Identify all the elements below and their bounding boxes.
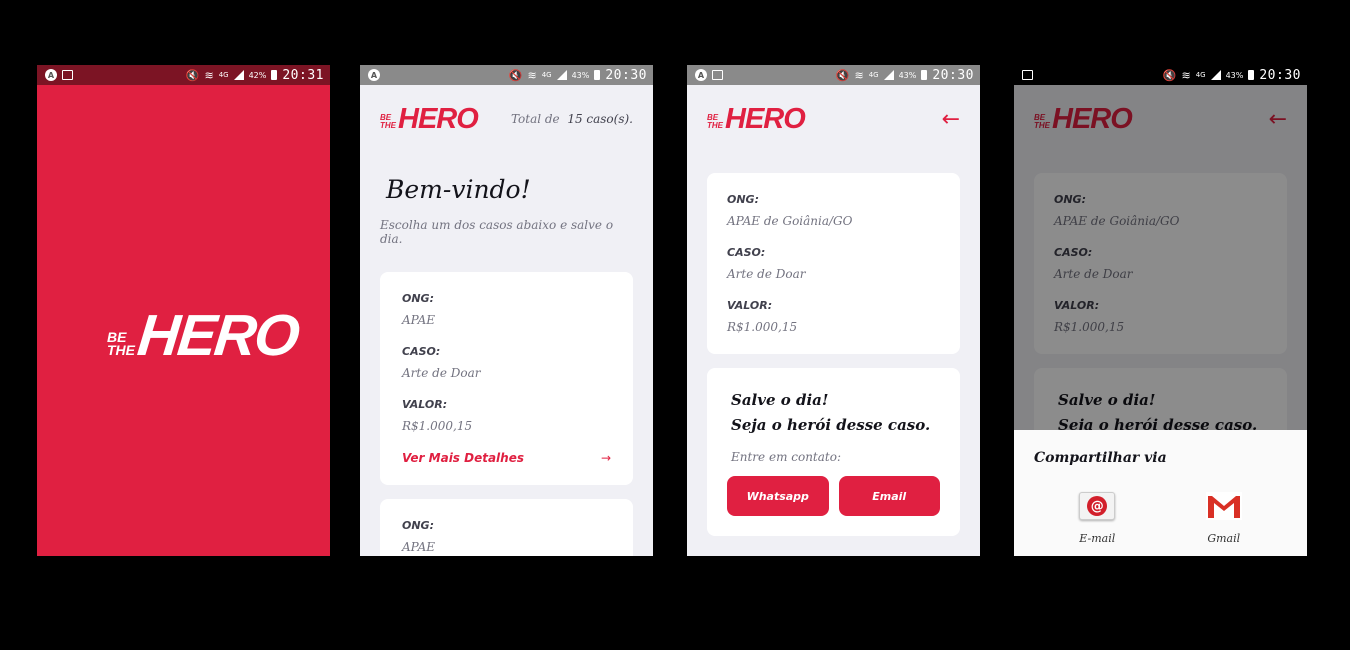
network-type: 4G <box>218 71 229 79</box>
logo-hero: HERO <box>398 103 479 135</box>
mute-icon: 🔇 <box>1162 68 1177 82</box>
ong-label: ONG: <box>727 193 759 206</box>
clock: 20:31 <box>282 67 324 83</box>
wifi-icon: ≋ <box>854 68 864 82</box>
status-bar: A 🔇 ≋ 4G 43% 20:30 <box>360 65 653 85</box>
signal-icon <box>233 70 244 80</box>
splash-logo: BE THE HERO <box>107 303 302 368</box>
detail-content-dimmed: BE THE HERO ← ONG: APAE de Goiânia/GO CAS… <box>1014 85 1307 556</box>
network-type: 4G <box>541 71 552 79</box>
image-notification-icon <box>1022 70 1033 80</box>
valor-value: R$1.000,15 <box>727 320 798 334</box>
network-type: 4G <box>868 71 879 79</box>
splash-background: BE THE HERO <box>37 85 330 556</box>
email-icon[interactable]: @ <box>1079 492 1116 520</box>
contact-title-2: Seja o herói desse caso. <box>731 416 931 434</box>
app-notification-icon: A <box>695 69 707 81</box>
detail-content: BE THE HERO ← ONG: APAE de Goiânia/GO CAS… <box>687 85 980 556</box>
clock: 20:30 <box>932 67 974 83</box>
ong-label: ONG: <box>402 292 434 305</box>
mute-icon: 🔇 <box>835 68 850 82</box>
logo-the: THE <box>707 121 723 130</box>
incidents-content: BE THE HERO Total de 15 caso(s). Bem-vind… <box>360 85 653 556</box>
header: BE THE HERO Total de 15 caso(s). <box>380 85 633 153</box>
wifi-icon: ≋ <box>204 68 214 82</box>
share-screen: 🔇 ≋ 4G 43% 20:30 BE THE HERO ← ONG: APAE … <box>1014 65 1307 556</box>
valor-value: R$1.000,15 <box>402 419 473 433</box>
status-bar: A 🔇 ≋ 4G 42% 20:31 <box>37 65 330 85</box>
ong-value: APAE <box>402 313 436 327</box>
share-options: @ E-mail Gmail <box>1034 492 1287 545</box>
contact-title-1: Salve o dia! <box>731 391 829 409</box>
detail-screen: A 🔇 ≋ 4G 43% 20:30 BE THE HERO ← ONG: APA… <box>687 65 980 556</box>
image-notification-icon <box>62 70 73 80</box>
clock: 20:30 <box>1259 67 1301 83</box>
logo-hero: HERO <box>725 103 806 135</box>
battery-percent: 42% <box>248 70 267 80</box>
battery-icon <box>594 70 601 80</box>
arrow-right-icon[interactable]: → <box>601 451 611 465</box>
splash-screen: A 🔇 ≋ 4G 42% 20:31 BE THE HERO <box>37 65 330 556</box>
logo-hero: HERO <box>134 303 302 368</box>
total-prefix: Total de <box>510 112 560 126</box>
mute-icon: 🔇 <box>185 68 200 82</box>
valor-label: VALOR: <box>727 299 773 312</box>
logo-the: THE <box>107 342 135 358</box>
incident-detail-card: ONG: APAE de Goiânia/GO CASO: Arte de Do… <box>707 173 960 354</box>
share-option-gmail[interactable]: Gmail <box>1205 492 1242 545</box>
share-option-label: Gmail <box>1207 532 1241 545</box>
status-bar: 🔇 ≋ 4G 43% 20:30 <box>1014 65 1307 85</box>
mute-icon: 🔇 <box>508 68 523 82</box>
caso-value: Arte de Doar <box>727 267 806 281</box>
logo: BE THE HERO <box>707 103 806 135</box>
gmail-icon[interactable] <box>1205 492 1242 520</box>
app-notification-icon: A <box>368 69 380 81</box>
contact-card: Salve o dia! Seja o herói desse caso. En… <box>707 368 960 536</box>
details-link[interactable]: Ver Mais Detalhes <box>402 451 524 465</box>
share-sheet: Compartilhar via @ E-mail Gmail <box>1014 430 1307 556</box>
battery-icon <box>921 70 928 80</box>
battery-percent: 43% <box>571 70 590 80</box>
email-button[interactable]: Email <box>838 476 940 516</box>
share-option-email[interactable]: @ E-mail <box>1079 492 1116 545</box>
ong-value: APAE <box>402 540 436 554</box>
page-description: Escolha um dos casos abaixo e salve o di… <box>380 218 614 246</box>
caso-label: CASO: <box>402 345 441 358</box>
total-count: 15 caso(s). <box>567 112 633 126</box>
clock: 20:30 <box>605 67 647 83</box>
whatsapp-button[interactable]: Whatsapp <box>727 476 829 516</box>
contact-description: Entre em contato: <box>731 450 841 464</box>
signal-icon <box>883 70 894 80</box>
caso-value: Arte de Doar <box>402 366 481 380</box>
header: BE THE HERO ← <box>707 85 960 153</box>
signal-icon <box>1210 70 1221 80</box>
share-option-label: E-mail <box>1079 532 1116 545</box>
incident-card: ONG: APAE <box>380 499 633 556</box>
logo: BE THE HERO <box>380 103 479 135</box>
arrow-left-icon[interactable]: ← <box>942 107 960 132</box>
total-cases: Total de 15 caso(s). <box>511 112 633 126</box>
network-type: 4G <box>1195 71 1206 79</box>
valor-label: VALOR: <box>402 398 448 411</box>
ong-value: APAE de Goiânia/GO <box>727 214 853 228</box>
incident-card: ONG: APAE CASO: Arte de Doar VALOR: R$1.… <box>380 272 633 485</box>
ong-label: ONG: <box>402 519 434 532</box>
contact-buttons: Whatsapp Email <box>727 476 940 516</box>
caso-label: CASO: <box>727 246 766 259</box>
wifi-icon: ≋ <box>527 68 537 82</box>
share-title: Compartilhar via <box>1034 450 1167 466</box>
signal-icon <box>556 70 567 80</box>
app-notification-icon: A <box>45 69 57 81</box>
wifi-icon: ≋ <box>1181 68 1191 82</box>
status-bar: A 🔇 ≋ 4G 43% 20:30 <box>687 65 980 85</box>
logo-the: THE <box>380 121 396 130</box>
battery-icon <box>1248 70 1255 80</box>
page-title: Bem-vindo! <box>386 175 531 204</box>
details-button[interactable]: Ver Mais Detalhes → <box>402 451 611 465</box>
battery-icon <box>271 70 278 80</box>
battery-percent: 43% <box>898 70 917 80</box>
battery-percent: 43% <box>1225 70 1244 80</box>
image-notification-icon <box>712 70 723 80</box>
incidents-screen: A 🔇 ≋ 4G 43% 20:30 BE THE HERO Total de 1… <box>360 65 653 556</box>
